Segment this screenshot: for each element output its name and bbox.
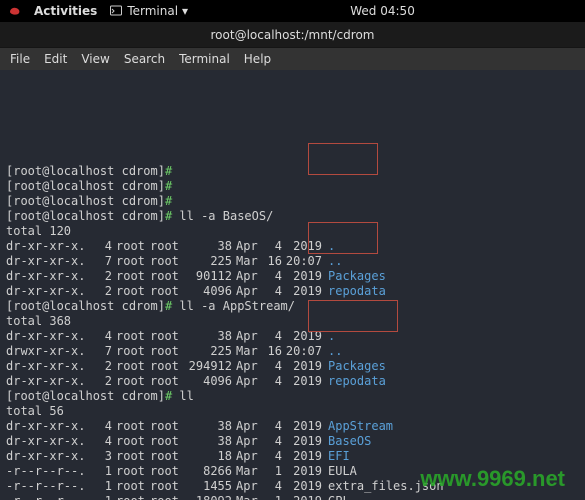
file-name: repodata	[322, 374, 386, 389]
prompt-line: [root@localhost cdrom]#	[6, 194, 579, 209]
terminal-viewport[interactable]: [root@localhost cdrom]#[root@localhost c…	[0, 70, 585, 500]
menu-item-view[interactable]: View	[81, 52, 109, 66]
activities-button[interactable]: Activities	[34, 4, 97, 18]
prompt-line: [root@localhost cdrom]# ll -a AppStream/	[6, 299, 579, 314]
listing-row: drwxr-xr-x.7rootroot225Mar1620:07..	[6, 344, 579, 359]
listing-row: dr-xr-xr-x.2rootroot90112Apr42019Package…	[6, 269, 579, 284]
prompt-line: [root@localhost cdrom]# ll -a BaseOS/	[6, 209, 579, 224]
prompt-line: [root@localhost cdrom]#	[6, 179, 579, 194]
clock[interactable]: Wed 04:50	[350, 4, 415, 18]
file-name: EULA	[322, 464, 357, 479]
prompt-line: [root@localhost cdrom]#	[6, 164, 579, 179]
listing-row: dr-xr-xr-x.3rootroot18Apr42019EFI	[6, 449, 579, 464]
prompt-line: [root@localhost cdrom]# ll	[6, 389, 579, 404]
menu-item-terminal[interactable]: Terminal	[179, 52, 230, 66]
file-name: .	[322, 329, 335, 344]
listing-row: dr-xr-xr-x.4rootroot38Apr42019.	[6, 239, 579, 254]
terminal-app-label: Terminal	[127, 4, 178, 18]
listing-row: dr-xr-xr-x.4rootroot38Apr42019.	[6, 329, 579, 344]
file-name: ..	[322, 254, 342, 269]
total-line: total 56	[6, 404, 579, 419]
file-name: repodata	[322, 284, 386, 299]
listing-row: -r--r--r--.1rootroot8266Mar12019EULA	[6, 464, 579, 479]
file-name: BaseOS	[322, 434, 371, 449]
file-name: Packages	[322, 359, 386, 374]
listing-row: dr-xr-xr-x.7rootroot225Mar1620:07..	[6, 254, 579, 269]
file-name: EFI	[322, 449, 350, 464]
terminal-app-indicator[interactable]: Terminal ▾	[109, 4, 188, 18]
redhat-logo-icon	[8, 4, 22, 18]
file-name: AppStream	[322, 419, 393, 434]
total-line: total 368	[6, 314, 579, 329]
listing-row: dr-xr-xr-x.2rootroot294912Apr42019Packag…	[6, 359, 579, 374]
file-name: ..	[322, 344, 342, 359]
file-name: extra_files.json	[322, 479, 444, 494]
listing-row: -r--r--r--.1rootroot18092Mar12019GPL	[6, 494, 579, 500]
menu-item-file[interactable]: File	[10, 52, 30, 66]
file-name: .	[322, 239, 335, 254]
listing-row: dr-xr-xr-x.2rootroot4096Apr42019repodata	[6, 284, 579, 299]
menu-item-edit[interactable]: Edit	[44, 52, 67, 66]
total-line: total 120	[6, 224, 579, 239]
window-menubar: File Edit View Search Terminal Help	[0, 48, 585, 70]
chevron-down-icon: ▾	[182, 4, 188, 18]
window-title-bar: root@localhost:/mnt/cdrom	[0, 22, 585, 48]
listing-row: dr-xr-xr-x.4rootroot38Apr42019AppStream	[6, 419, 579, 434]
window-title: root@localhost:/mnt/cdrom	[211, 28, 375, 42]
gnome-top-bar: Activities Terminal ▾ Wed 04:50	[0, 0, 585, 22]
listing-row: dr-xr-xr-x.4rootroot38Apr42019BaseOS	[6, 434, 579, 449]
menu-item-help[interactable]: Help	[244, 52, 271, 66]
file-name: GPL	[322, 494, 350, 500]
menu-item-search[interactable]: Search	[124, 52, 165, 66]
file-name: Packages	[322, 269, 386, 284]
listing-row: -r--r--r--.1rootroot1455Apr42019extra_fi…	[6, 479, 579, 494]
terminal-icon	[109, 4, 123, 18]
listing-row: dr-xr-xr-x.2rootroot4096Apr42019repodata	[6, 374, 579, 389]
